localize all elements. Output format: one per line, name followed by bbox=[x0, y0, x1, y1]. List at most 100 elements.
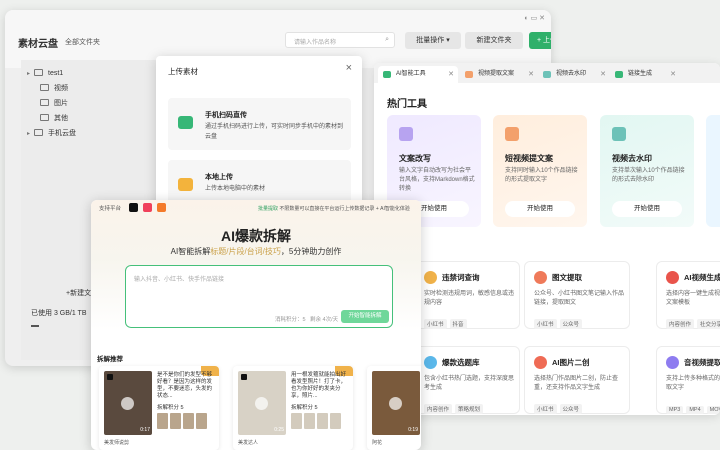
page-subtitle: AI智能拆解标题/片段/台词/技巧，5分钟助力创作 bbox=[170, 247, 342, 256]
start-button[interactable]: 开始使用 bbox=[612, 201, 682, 217]
video-copy-icon bbox=[505, 127, 519, 141]
batch-operation-button[interactable]: 批量操作 ▾ bbox=[405, 32, 461, 49]
play-icon[interactable] bbox=[389, 397, 402, 410]
tool-title: 违禁词查询 bbox=[442, 273, 480, 282]
tool-title: 爆款选题库 bbox=[442, 358, 480, 367]
video-duration: 0:17 bbox=[140, 427, 150, 433]
close-icon[interactable]: ✕ bbox=[600, 66, 606, 83]
topic-icon bbox=[424, 356, 437, 369]
scan-upload-option[interactable]: 手机扫码直传 通过手机扫码进行上传，可实时同步手机中的素材到云盘 bbox=[168, 98, 351, 150]
close-icon[interactable]: × bbox=[346, 62, 352, 74]
notice-bar: 批量提取 不限数量可以直接在平台运行上传数据记录 + AI智能化体验 bbox=[258, 206, 410, 212]
audio-video-icon bbox=[666, 356, 679, 369]
close-icon[interactable]: ✕ bbox=[448, 66, 454, 83]
page-title: AI爆款拆解 bbox=[221, 228, 291, 244]
new-folder-button[interactable]: 新建文件夹 bbox=[465, 32, 523, 49]
video-author: 美发师说剪 bbox=[104, 440, 130, 446]
tab-extract-copy[interactable]: 视频提取文案 ✕ bbox=[460, 66, 538, 83]
tool-card-av-extract[interactable]: 音视频提取 支持上传多种格式的音视频文件提取文字 MP3MP4MOV bbox=[656, 346, 720, 414]
feature-video-copy[interactable]: 短视频提文案 支持同时输入10个作品链接的形式提取文字 开始使用 bbox=[493, 115, 587, 227]
recommend-title: 拆解推荐 bbox=[97, 356, 123, 363]
video-card[interactable]: 0:17 是不是你们的发型不够好看？是因为这样的发型，不要迷恋，头发的状态...… bbox=[99, 366, 219, 450]
tool-card-banned-words[interactable]: 违禁词查询 实时检测违规用词，敏感信息或违规内容 小红书 抖音 bbox=[414, 261, 520, 329]
feature-title: 文案改写 bbox=[399, 154, 431, 163]
folder-icon bbox=[34, 129, 44, 136]
option-desc: 通过手机扫码进行上传，可实时同步手机中的素材到云盘 bbox=[205, 124, 344, 140]
upload-material-button[interactable]: + 上传素材 bbox=[529, 32, 551, 49]
tag-list: 内容创作 社交分享 bbox=[666, 313, 720, 331]
tree-node-image[interactable]: 图片 bbox=[21, 96, 161, 111]
close-icon[interactable]: ✕ bbox=[528, 66, 534, 83]
search-input[interactable]: 请输入作品名称 ⌕ bbox=[285, 32, 395, 48]
tag-list: 内容创作 策略规划 bbox=[424, 398, 486, 415]
tab-link-gen[interactable]: 链接生成 ✕ bbox=[610, 66, 680, 83]
tool-card-ai-image[interactable]: AI图片二创 选择热门作品图片二创，防止查重，还支持作品文字生成 小红书 公众号 bbox=[524, 346, 630, 414]
link-input[interactable]: 输入抖音、小红书、快手作品链接 消耗积分：5 剩余 4次/天 开始智能拆解 bbox=[125, 265, 393, 328]
folder-icon bbox=[40, 114, 49, 121]
option-title: 本地上传 bbox=[205, 174, 233, 181]
cloud-title: 素材云盘 bbox=[18, 39, 58, 50]
play-icon[interactable] bbox=[121, 397, 134, 410]
watermark-icon bbox=[612, 127, 626, 141]
feature-desc: 输入文字自动改写为社会平台风格，支持Markdown格式转换 bbox=[399, 168, 475, 192]
tool-card-ai-video[interactable]: AI视频生成 选择内容一键生成视频，支持输入文案模板 内容创作社交分享 bbox=[656, 261, 720, 329]
frame-strip bbox=[291, 413, 349, 433]
play-icon[interactable] bbox=[255, 397, 268, 410]
feature-partial[interactable] bbox=[706, 115, 720, 227]
tool-desc: 实时检测违规用词，敏感信息或违规内容 bbox=[424, 291, 515, 306]
tool-desc: 选择热门作品图片二创，防止查重，还支持作品文字生成 bbox=[534, 376, 619, 391]
xiaohongshu-icon[interactable] bbox=[143, 203, 152, 212]
feature-desc: 支持同时输入10个作品链接的形式提取文字 bbox=[505, 168, 578, 183]
tag-list: 小红书 公众号 bbox=[534, 398, 585, 415]
tag-list: 小红书 公众号 bbox=[534, 313, 585, 331]
video-thumbnail[interactable]: 0:17 bbox=[104, 371, 152, 435]
tool-card-topic-library[interactable]: 爆款选题库 包含小红书热门选题，支持深度思考生成 内容创作 策略规划 bbox=[414, 346, 520, 414]
close-icon[interactable]: ✕ bbox=[670, 66, 676, 83]
points-cost: 消耗积分：5 bbox=[275, 317, 306, 323]
video-card[interactable]: 0:19 阿花 bbox=[367, 366, 421, 450]
video-author: 阿花 bbox=[372, 440, 383, 446]
video-duration: 0:19 bbox=[408, 427, 418, 433]
ai-tools-window: AI智能工具 ✕ 视频提取文案 ✕ 视频去水印 ✕ 链接生成 ✕ 热门工具 文案改写 输… bbox=[374, 63, 720, 415]
start-button[interactable]: 开始使用 bbox=[505, 201, 575, 217]
tab-icon bbox=[383, 71, 391, 78]
video-thumbnail[interactable]: 0:25 bbox=[238, 371, 286, 435]
ai-breakdown-window: 支持平台 批量提取 不限数量可以直接在平台运行上传数据记录 + AI智能化体验 … bbox=[91, 200, 421, 450]
tree-node-video[interactable]: 视频 bbox=[21, 81, 161, 96]
douyin-icon[interactable] bbox=[129, 203, 138, 212]
tool-title: 图文提取 bbox=[552, 273, 582, 282]
remaining-count: 剩余 4次/天 bbox=[310, 317, 339, 323]
tree-node-test1[interactable]: ▸ test1 bbox=[21, 66, 161, 81]
search-icon[interactable]: ⌕ bbox=[385, 36, 389, 44]
start-breakdown-button[interactable]: 开始智能拆解 bbox=[341, 310, 389, 323]
tab-ai-tools[interactable]: AI智能工具 ✕ bbox=[378, 66, 458, 83]
video-duration: 0:25 bbox=[274, 427, 284, 433]
tree-node-phone[interactable]: ▸ 手机云盘 bbox=[21, 126, 161, 141]
feature-desc: 支持单次输入10个作品链接的形式去除水印 bbox=[612, 168, 685, 183]
tool-desc: 选择内容一键生成视频，支持输入文案模板 bbox=[666, 291, 720, 306]
upload-dialog: 上传素材 × 手机扫码直传 通过手机扫码进行上传，可实时同步手机中的素材到云盘 … bbox=[156, 56, 362, 220]
folder-icon bbox=[34, 69, 44, 76]
tag-list: 小红书 抖音 bbox=[424, 313, 470, 331]
option-title: 手机扫码直传 bbox=[205, 112, 247, 119]
tree-node-other[interactable]: 其他 bbox=[21, 111, 161, 126]
douyin-icon bbox=[107, 374, 113, 380]
tool-card-image-text[interactable]: 图文提取 公众号、小红书图文笔记输入作品链接，提取图文 小红书 公众号 bbox=[524, 261, 630, 329]
ai-video-icon bbox=[666, 271, 679, 284]
phone-scan-icon bbox=[178, 116, 193, 129]
tab-remove-watermark[interactable]: 视频去水印 ✕ bbox=[538, 66, 610, 83]
hot-tools-title: 热门工具 bbox=[387, 99, 427, 110]
folder-upload-icon bbox=[178, 178, 193, 191]
window-controls[interactable]: ◐ ▭ ✕ bbox=[524, 14, 545, 22]
tag-list: MP3MP4MOV bbox=[666, 398, 720, 415]
kuaishou-icon[interactable] bbox=[157, 203, 166, 212]
frame-strip bbox=[157, 413, 215, 433]
video-card[interactable]: 0:25 用一根发箍就能拍出好看发型照片！打了卡，也为你好好的发夹分享，照片..… bbox=[233, 366, 353, 450]
breadcrumb[interactable]: 全部文件夹 bbox=[65, 37, 100, 47]
dialog-title: 上传素材 bbox=[168, 67, 198, 76]
search-placeholder: 请输入作品名称 bbox=[294, 40, 337, 46]
folder-icon bbox=[40, 99, 49, 106]
video-thumbnail[interactable]: 0:19 bbox=[372, 371, 420, 435]
feature-remove-watermark[interactable]: 视频去水印 支持单次输入10个作品链接的形式去除水印 开始使用 bbox=[600, 115, 694, 227]
rewrite-icon bbox=[399, 127, 413, 141]
